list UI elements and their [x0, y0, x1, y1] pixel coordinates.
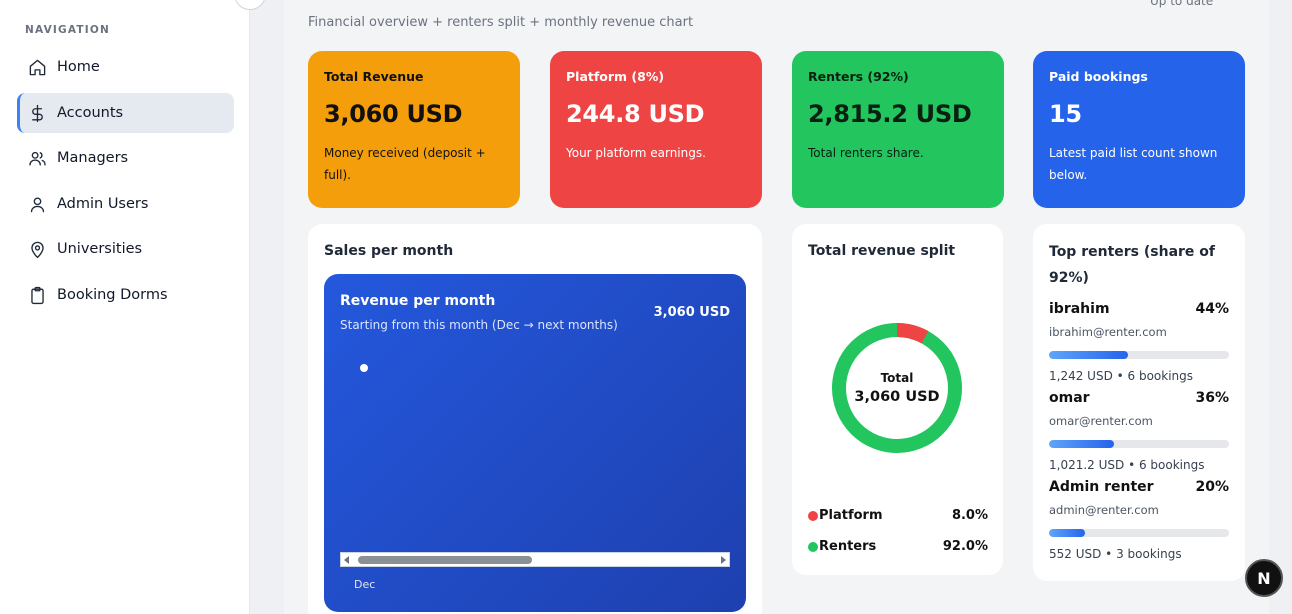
stat-card-paid-bookings: Paid bookings 15 Latest paid list count … — [1033, 51, 1245, 208]
renter-share-bar — [1049, 529, 1229, 537]
renter-email: ibrahim@renter.com — [1049, 325, 1167, 339]
renter-share-fill — [1049, 351, 1129, 359]
user-icon — [27, 194, 47, 214]
renter-item: ibrahim 44% ibrahim@renter.com 1,242 USD… — [1049, 301, 1229, 383]
renter-email: admin@renter.com — [1049, 503, 1159, 517]
sidebar-item-label: Managers — [57, 150, 129, 166]
sidebar-item-accounts[interactable]: Accounts — [17, 93, 234, 133]
renter-share-bar — [1049, 440, 1229, 448]
dev-tools-badge[interactable]: N — [1245, 559, 1283, 597]
revenue-chart: Revenue per month Starting from this mon… — [324, 274, 746, 612]
sidebar-item-booking-dorms[interactable]: Booking Dorms — [17, 275, 234, 315]
split-title: Total revenue split — [808, 243, 956, 259]
sales-panel: Sales per month Revenue per month Starti… — [308, 224, 762, 614]
renter-percent: 36% — [1195, 390, 1229, 406]
renter-percent: 20% — [1195, 479, 1229, 495]
scroll-left-icon[interactable] — [344, 556, 349, 564]
stat-card-platform: Platform (8%) 244.8 USD Your platform ea… — [550, 51, 762, 208]
legend-label: Renters — [819, 539, 877, 554]
renter-meta: 1,021.2 USD • 6 bookings — [1049, 458, 1205, 472]
page-subtitle: Financial overview + renters split + mon… — [308, 15, 694, 30]
scroll-right-icon[interactable] — [721, 556, 726, 564]
sidebar-item-label: Booking Dorms — [57, 287, 168, 303]
stat-description: Money received (deposit + full). — [324, 146, 486, 182]
users-icon — [27, 148, 47, 168]
sidebar-item-label: Admin Users — [57, 196, 149, 212]
legend-percent: 8.0% — [951, 508, 988, 523]
status-text: Up to date — [1150, 0, 1214, 8]
legend-renters: Renters 92.0% — [808, 539, 988, 554]
stat-card-renters: Renters (92%) 2,815.2 USD Total renters … — [792, 51, 1004, 208]
stat-title: Platform (8%) — [566, 69, 665, 84]
donut-label: Total — [880, 371, 914, 385]
x-tick-label: Dec — [354, 578, 376, 591]
renter-meta: 552 USD • 3 bookings — [1049, 547, 1182, 561]
map-pin-icon — [27, 239, 47, 259]
chart-subtitle: Starting from this month (Dec → next mon… — [340, 318, 618, 332]
renter-meta: 1,242 USD • 6 bookings — [1049, 369, 1194, 383]
top-renters-panel: Top renters (share of 92%) ibrahim 44% i… — [1033, 224, 1245, 581]
sidebar-item-managers[interactable]: Managers — [17, 138, 234, 178]
stat-description: Latest paid list count shown below. — [1049, 146, 1218, 182]
stat-title: Total Revenue — [324, 69, 424, 84]
chart-total: 3,060 USD — [653, 305, 730, 320]
stat-description: Total renters share. — [808, 146, 924, 160]
renter-name: Admin renter — [1049, 479, 1154, 495]
sales-title: Sales per month — [324, 243, 454, 259]
legend-percent: 92.0% — [942, 539, 988, 554]
sidebar-item-label: Accounts — [57, 105, 124, 121]
sidebar-item-label: Universities — [57, 241, 143, 257]
stat-title: Paid bookings — [1049, 69, 1148, 84]
sidebar-item-universities[interactable]: Universities — [17, 229, 234, 269]
legend-dot — [808, 541, 818, 552]
donut-value: 3,060 USD — [854, 389, 940, 405]
revenue-split-panel: Total revenue split Total 3,060 USD Plat… — [792, 224, 1003, 575]
chart-scrollbar[interactable] — [340, 552, 730, 567]
stat-value: 2,815.2 USD — [808, 100, 972, 128]
renter-email: omar@renter.com — [1049, 414, 1153, 428]
nav-heading: NAVIGATION — [25, 24, 110, 36]
renter-item: omar 36% omar@renter.com 1,021.2 USD • 6… — [1049, 390, 1229, 472]
clipboard-icon — [27, 285, 47, 305]
renter-name: omar — [1049, 390, 1090, 406]
top-renters-title: Top renters (share of 92%) — [1049, 244, 1215, 286]
scrollbar-thumb[interactable] — [358, 556, 532, 564]
stat-value: 15 — [1049, 100, 1082, 128]
renter-share-bar — [1049, 351, 1229, 359]
renter-name: ibrahim — [1049, 301, 1110, 317]
dollar-icon — [27, 103, 47, 123]
stat-title: Renters (92%) — [808, 69, 909, 84]
donut-center: Total 3,060 USD — [830, 321, 964, 455]
sidebar-collapse-button[interactable] — [234, 0, 266, 10]
legend-dot — [808, 510, 818, 521]
chart-title: Revenue per month — [340, 293, 496, 309]
stat-card-total-revenue: Total Revenue 3,060 USD Money received (… — [308, 51, 520, 208]
home-icon — [27, 57, 47, 77]
renter-percent: 44% — [1195, 301, 1229, 317]
stat-value: 244.8 USD — [566, 100, 705, 128]
legend-label: Platform — [819, 508, 883, 523]
renter-item: Admin renter 20% admin@renter.com 552 US… — [1049, 479, 1229, 561]
renter-share-fill — [1049, 440, 1114, 448]
stat-description: Your platform earnings. — [566, 146, 706, 160]
stat-value: 3,060 USD — [324, 100, 463, 128]
sidebar: NAVIGATION Home Accounts Managers Admin … — [0, 0, 266, 614]
sidebar-item-home[interactable]: Home — [17, 47, 234, 87]
chart-point-dec[interactable] — [360, 364, 368, 372]
legend-platform: Platform 8.0% — [808, 508, 988, 523]
sidebar-item-label: Home — [57, 59, 100, 75]
renter-share-fill — [1049, 529, 1085, 537]
sidebar-item-admin-users[interactable]: Admin Users — [17, 184, 234, 224]
